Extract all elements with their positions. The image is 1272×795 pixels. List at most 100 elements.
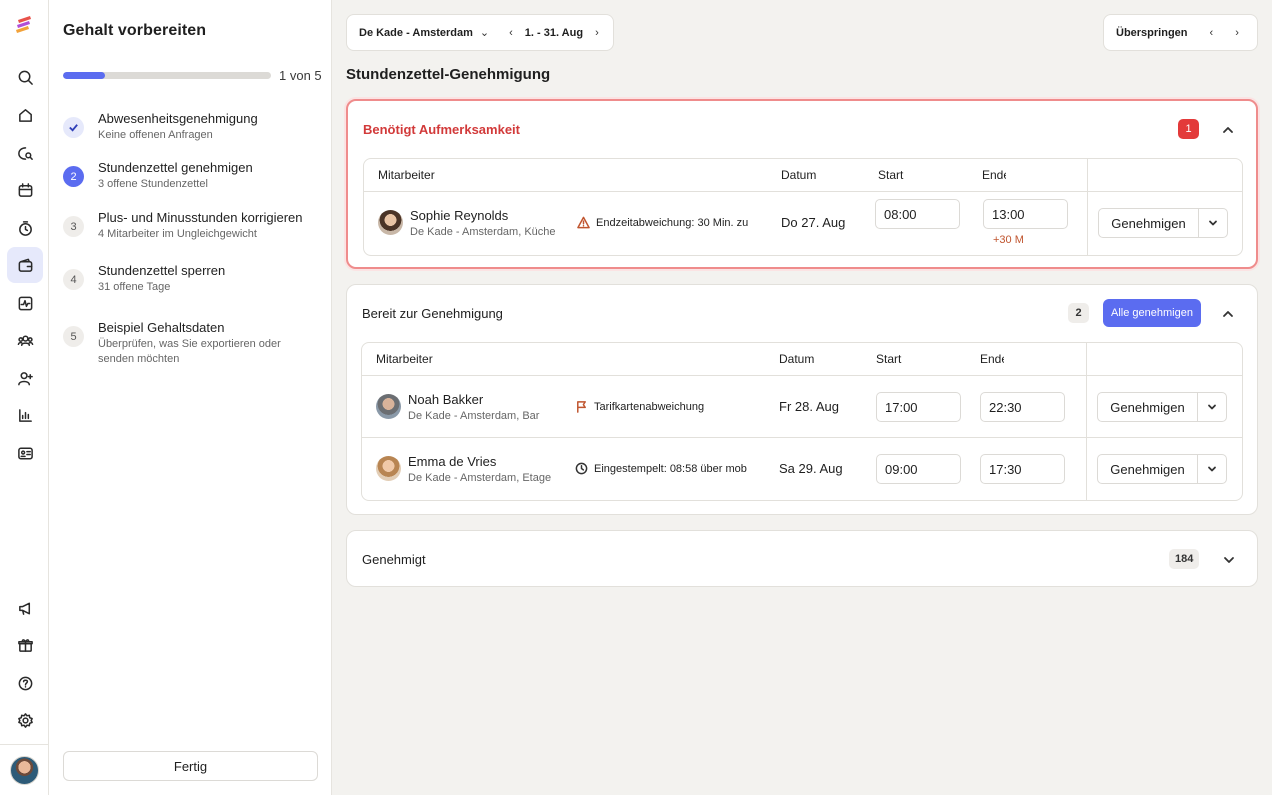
step-title: Plus- und Minusstunden korrigieren — [98, 210, 303, 225]
deviation-note: Tarifkartenabweichung — [575, 400, 747, 413]
activity-icon[interactable] — [7, 285, 43, 321]
col-end: Ende — [980, 352, 1004, 366]
end-time-delta: +30 Min. — [993, 234, 1023, 246]
flag-icon — [577, 401, 586, 413]
deviation-note: Eingestempelt: 08:58 über mobile App — [575, 462, 747, 475]
chevron-left-icon[interactable]: ‹ — [1210, 27, 1214, 39]
progress-fill — [63, 72, 105, 79]
end-time-input[interactable]: 22:30 — [980, 392, 1065, 422]
col-employee: Mitarbeiter — [376, 352, 433, 366]
note-text: Endzeitabweichung: 30 Min. zu spät — [596, 216, 749, 229]
step-title: Stundenzettel sperren — [98, 263, 226, 278]
note-text: Tarifkartenabweichung — [594, 400, 705, 413]
location-label: De Kade - Amsterdam — [359, 26, 473, 39]
approve-split-button: Genehmigen — [1097, 454, 1227, 484]
chevron-left-icon[interactable]: ‹ — [509, 27, 513, 39]
settings-icon[interactable] — [7, 702, 43, 738]
steps-progress-bar — [63, 72, 271, 79]
start-time-input[interactable]: 09:00 — [876, 454, 961, 484]
app-logo-icon[interactable] — [15, 15, 35, 35]
employee-location: De Kade - Amsterdam, Bar — [408, 410, 540, 422]
checkmark-icon — [63, 117, 84, 138]
attention-section: Benötigt Aufmerksamkeit 1 Mitarbeiter Da… — [346, 99, 1258, 269]
icon-rail — [0, 0, 49, 795]
step-subtitle: 4 Mitarbeiter im Ungleichgewicht — [98, 228, 257, 240]
attention-header[interactable]: Benötigt Aufmerksamkeit 1 — [348, 101, 1256, 159]
step-title: Beispiel Gehaltsdaten — [98, 320, 225, 335]
table-row: Sophie Reynolds De Kade - Amsterdam, Küc… — [364, 192, 1242, 255]
start-time-input[interactable]: 17:00 — [876, 392, 961, 422]
id-card-icon[interactable] — [7, 435, 43, 471]
calendar-icon[interactable] — [7, 172, 43, 208]
step-subtitle: 3 offene Stundenzettel — [98, 178, 208, 190]
approve-button[interactable]: Genehmigen — [1099, 209, 1199, 237]
filter-bar: De Kade - Amsterdam ⌄ ‹ 1. - 31. Aug › — [346, 14, 614, 51]
step-subtitle: Überprüfen, was Sie exportieren oder sen… — [98, 338, 281, 365]
chat-search-icon[interactable] — [7, 135, 43, 171]
column-divider — [1086, 343, 1087, 375]
chevron-up-icon[interactable] — [1222, 123, 1236, 137]
approve-button[interactable]: Genehmigen — [1098, 455, 1198, 483]
timer-icon[interactable] — [7, 210, 43, 246]
megaphone-icon[interactable] — [7, 590, 43, 626]
section-label: Benötigt Aufmerksamkeit — [363, 122, 520, 137]
approve-button[interactable]: Genehmigen — [1098, 393, 1198, 421]
ready-header[interactable]: Bereit zur Genehmigung 2 Alle genehmigen — [347, 285, 1257, 343]
progress-label: 1 von 5 — [279, 68, 322, 83]
chevron-down-icon[interactable] — [1199, 209, 1227, 237]
warning-icon — [577, 216, 590, 229]
search-icon[interactable] — [7, 59, 43, 95]
col-date: Datum — [779, 352, 815, 366]
step-number: 5 — [63, 326, 84, 347]
chevron-right-icon[interactable]: › — [595, 27, 599, 39]
start-time-input[interactable]: 08:00 — [875, 199, 960, 229]
home-icon[interactable] — [7, 97, 43, 133]
employee-name: Emma de Vries — [408, 454, 497, 469]
ready-section: Bereit zur Genehmigung 2 Alle genehmigen… — [346, 284, 1258, 515]
column-divider — [1087, 192, 1088, 255]
column-divider — [1087, 159, 1088, 191]
add-user-icon[interactable] — [7, 360, 43, 396]
table-row: Emma de Vries De Kade - Amsterdam, Etage… — [362, 438, 1242, 500]
wallet-icon[interactable] — [7, 247, 43, 283]
table-header: Mitarbeiter Datum Start Ende — [362, 343, 1242, 376]
table-header: Mitarbeiter Datum Start Ende — [364, 159, 1242, 192]
chevron-down-icon[interactable] — [1223, 553, 1237, 567]
done-button[interactable]: Fertig — [63, 751, 318, 781]
chevron-down-icon[interactable] — [1198, 455, 1226, 483]
employee-name: Noah Bakker — [408, 392, 484, 407]
bar-chart-icon[interactable] — [7, 397, 43, 433]
chevron-up-icon[interactable] — [1222, 307, 1236, 321]
attention-count-badge: 1 — [1178, 119, 1199, 139]
period-navigator: ‹ 1. - 31. Aug › — [509, 27, 599, 39]
help-icon[interactable] — [7, 665, 43, 701]
panel-title: Gehalt vorbereiten — [63, 22, 207, 39]
approved-section[interactable]: Genehmigt 184 — [346, 530, 1258, 587]
step-number: 4 — [63, 269, 84, 290]
end-time-input[interactable]: 17:30 — [980, 454, 1065, 484]
table-row: Noah Bakker De Kade - Amsterdam, Bar Tar… — [362, 376, 1242, 438]
team-icon[interactable] — [7, 322, 43, 358]
period-label[interactable]: 1. - 31. Aug — [525, 27, 583, 39]
step-title: Abwesenheitsgenehmigung — [98, 111, 258, 126]
col-employee: Mitarbeiter — [378, 168, 435, 182]
page-title: Stundenzettel-Genehmigung — [346, 66, 551, 83]
end-time-input[interactable]: 13:00 — [983, 199, 1068, 229]
location-select[interactable]: De Kade - Amsterdam ⌄ — [359, 26, 490, 40]
gift-icon[interactable] — [7, 627, 43, 663]
entry-date: Fr 28. Aug — [779, 399, 839, 414]
section-label: Bereit zur Genehmigung — [362, 306, 503, 321]
chevron-right-icon[interactable]: › — [1235, 27, 1239, 39]
employee-avatar — [376, 394, 401, 419]
column-divider — [1086, 438, 1087, 500]
approve-split-button: Genehmigen — [1097, 392, 1227, 422]
chevron-down-icon: ⌄ — [479, 27, 490, 39]
employee-avatar — [376, 456, 401, 481]
step-subtitle: Keine offenen Anfragen — [98, 129, 213, 141]
skip-button[interactable]: Überspringen — [1116, 27, 1188, 39]
approve-all-button[interactable]: Alle genehmigen — [1103, 299, 1201, 327]
chevron-down-icon[interactable] — [1198, 393, 1226, 421]
deviation-note: Endzeitabweichung: 30 Min. zu spät — [577, 216, 749, 229]
col-date: Datum — [781, 168, 817, 182]
user-avatar[interactable] — [10, 756, 39, 785]
